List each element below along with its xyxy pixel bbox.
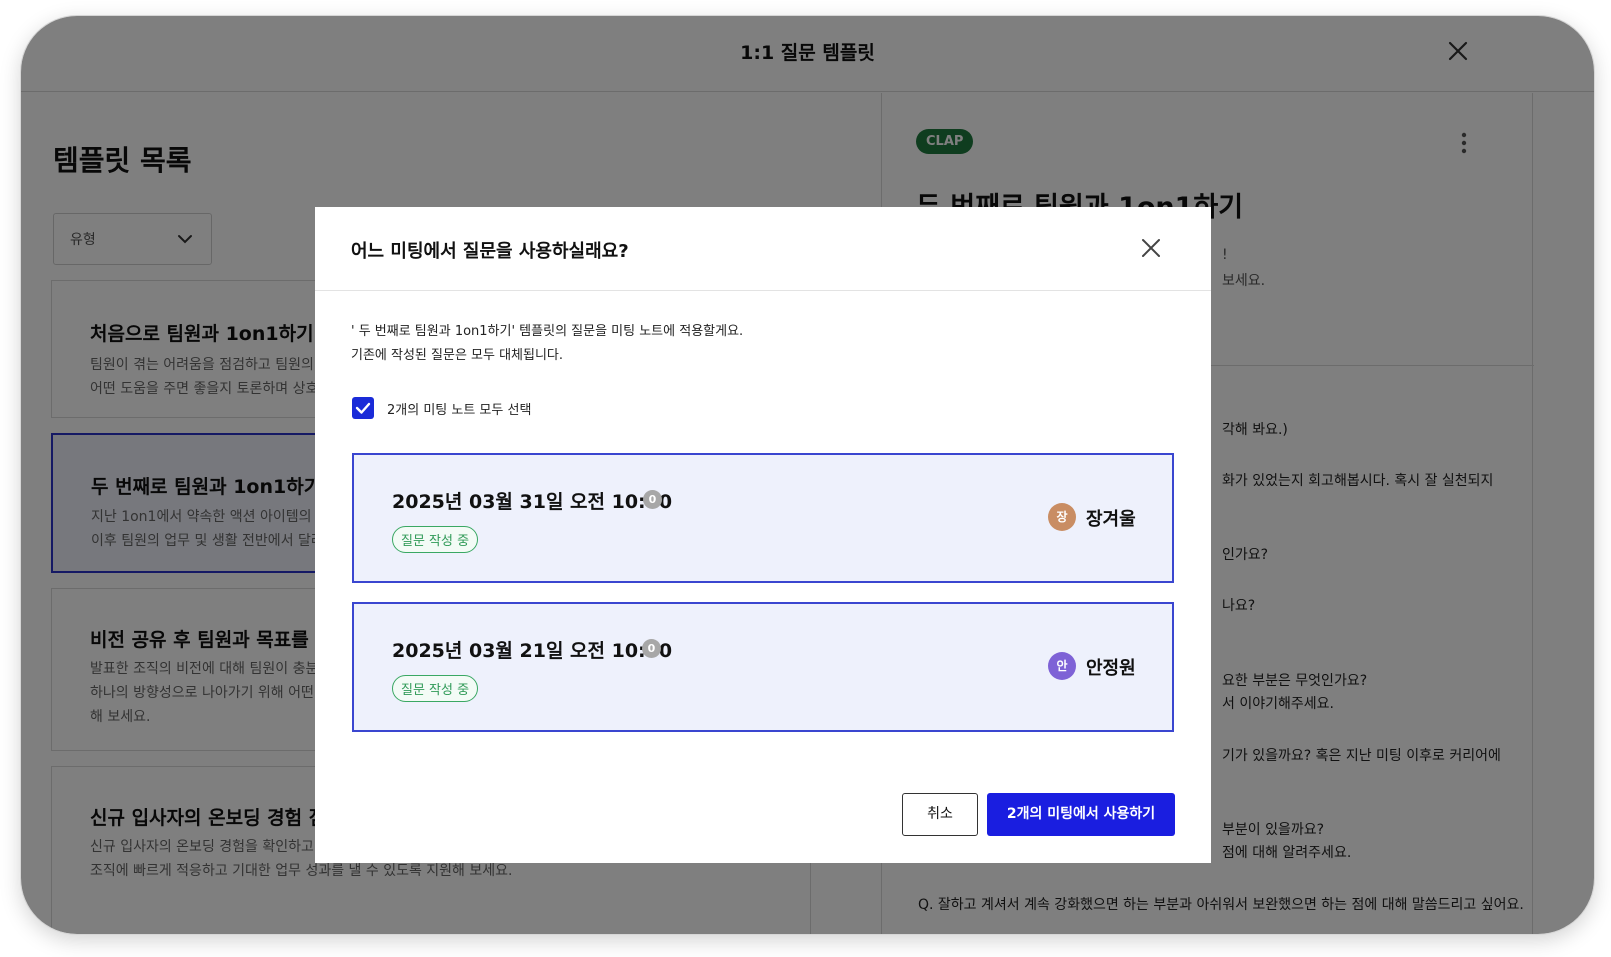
close-icon[interactable] [1139,236,1163,260]
meeting-date: 2025년 03월 21일 오전 10:00 [392,640,673,662]
status-badge: 질문 작성 중 [392,526,479,553]
cancel-button[interactable]: 취소 [902,793,978,836]
check-icon [355,402,371,414]
meeting-card[interactable]: 2025년 03월 31일 오전 10:00 0 질문 작성 중 장 장겨울 [352,453,1174,583]
dialog-header: 어느 미팅에서 질문을 사용하실래요? [315,207,1211,291]
question-count-badge: 0 [643,490,662,509]
dialog-title: 어느 미팅에서 질문을 사용하실래요? [351,241,629,262]
meeting-select-dialog: 어느 미팅에서 질문을 사용하실래요? ' 두 번째로 팀원과 1on1하기' … [315,207,1211,863]
template-window: 1:1 질문 템플릿 템플릿 목록 유형 처음으로 팀원과 1on1하기 팀원이… [21,16,1594,934]
question-count-badge: 0 [642,639,661,658]
avatar: 안 [1048,652,1076,680]
use-in-meetings-button[interactable]: 2개의 미팅에서 사용하기 [987,793,1175,836]
status-badge: 질문 작성 중 [392,675,479,702]
dialog-description: ' 두 번째로 팀원과 1on1하기' 템플릿의 질문을 미팅 노트에 적용할게… [351,324,744,363]
select-all-label[interactable]: 2개의 미팅 노트 모두 선택 [387,399,531,418]
meeting-date: 2025년 03월 31일 오전 10:00 [392,491,673,513]
participant-name: 안정원 [1086,658,1136,679]
select-all-checkbox[interactable] [352,397,374,419]
meeting-card[interactable]: 2025년 03월 21일 오전 10:00 0 질문 작성 중 안 안정원 [352,602,1174,732]
participant-name: 장겨울 [1086,509,1136,530]
avatar: 장 [1048,503,1076,531]
